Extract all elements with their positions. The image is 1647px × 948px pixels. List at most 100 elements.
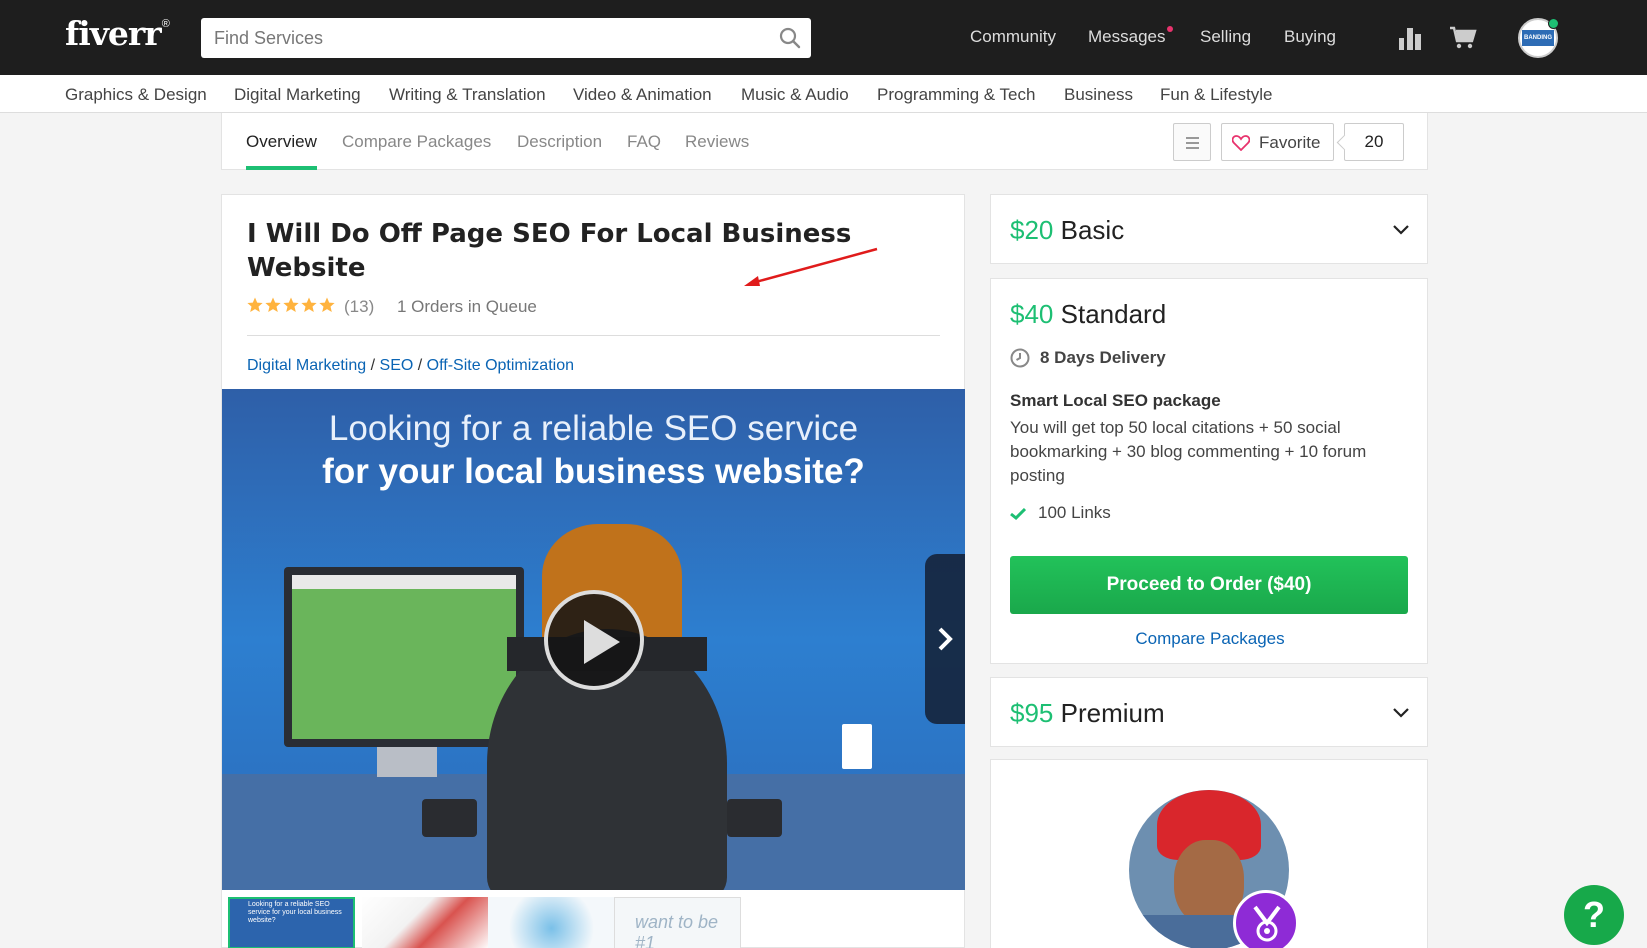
package-basic-name: Basic [1060,215,1125,245]
tab-compare-packages[interactable]: Compare Packages [342,132,491,152]
play-triangle [584,620,620,664]
chair-arm-right [727,799,782,837]
category-bar: Graphics & Design Digital Marketing Writ… [0,75,1647,113]
seller-card [990,759,1428,948]
tab-reviews[interactable]: Reviews [685,132,749,152]
star-icon [283,297,299,312]
star-icon [247,297,263,312]
package-standard-header: $40 Standard [1010,299,1166,330]
package-feature-text: 100 Links [1038,503,1111,522]
package-title: Smart Local SEO package [1010,391,1221,410]
gallery-thumbnail-4[interactable]: want to be #1 onGoogle? [614,897,741,948]
package-feature: 100 Links [1010,503,1111,523]
delivery-time-text: 8 Days Delivery [1040,348,1166,367]
category-fun-lifestyle[interactable]: Fun & Lifestyle [1160,85,1272,105]
package-description: You will get top 50 local citations + 50… [1010,418,1367,485]
nav-messages[interactable]: Messages [1088,26,1174,47]
chair-arm-left [422,799,477,837]
user-avatar-logo: BANDING [1522,30,1554,46]
category-business[interactable]: Business [1064,85,1133,105]
active-tab-indicator [246,166,317,170]
delivery-time: 8 Days Delivery [1010,348,1166,368]
package-basic[interactable]: $20 Basic [990,194,1428,264]
rating-count[interactable]: (13) [344,297,374,317]
compare-packages-link[interactable]: Compare Packages [991,629,1429,649]
seller-level-badge [1233,890,1299,948]
gallery-thumbnail-1[interactable]: Looking for a reliable SEO service for y… [228,897,355,948]
clock-icon [1010,348,1030,368]
help-button[interactable]: ? [1564,885,1624,945]
search-icon[interactable] [779,27,801,49]
top-bar: fiverr® Community Messages Selling Buyin… [0,0,1647,75]
cart-icon[interactable] [1449,26,1477,50]
play-icon[interactable] [544,590,644,690]
monitor-browser-bar [292,575,516,589]
unread-dot [1167,26,1174,32]
nav-messages-label: Messages [1088,27,1166,46]
package-basic-price: $20 [1010,215,1054,245]
chevron-down-icon[interactable] [1393,708,1409,718]
category-video-animation[interactable]: Video & Animation [573,85,712,105]
breadcrumb-off-site-optimization[interactable]: Off-Site Optimization [427,357,574,374]
category-graphics-design[interactable]: Graphics & Design [65,85,207,105]
package-standard-name: Standard [1060,299,1167,329]
nav-community[interactable]: Community [970,27,1056,47]
category-music-audio[interactable]: Music & Audio [741,85,849,105]
divider [247,335,940,336]
video-headline-2: for your local business website? [322,452,865,491]
video-headline-1: Looking for a reliable SEO service [328,409,859,448]
thumbnail-4-text: want to be #1 onGoogle? [635,912,719,948]
video-monitor-illustration [284,567,524,747]
package-basic-header: $20 Basic [1010,215,1124,246]
breadcrumb-separator: / [370,357,376,374]
breadcrumb: Digital Marketing / SEO / Off-Site Optim… [247,357,574,375]
medal-icon [1253,905,1281,942]
favorite-button[interactable]: Favorite [1221,123,1334,161]
tab-overview[interactable]: Overview [246,132,317,152]
tab-description[interactable]: Description [517,132,602,152]
search-box [201,18,811,58]
menu-icon-line [1186,137,1199,139]
gig-video-player[interactable]: Looking for a reliable SEO service for y… [222,389,965,890]
tab-faq[interactable]: FAQ [627,132,661,152]
breadcrumb-separator: / [417,357,423,374]
fiverr-logo[interactable]: fiverr® [65,14,170,53]
gig-subnav: Overview Compare Packages Description FA… [221,113,1428,170]
thumbnail-1-text: Looking for a reliable SEO service for y… [248,901,342,924]
star-icon [319,297,335,312]
breadcrumb-seo[interactable]: SEO [380,357,414,374]
search-input[interactable] [201,18,761,58]
category-writing-translation[interactable]: Writing & Translation [389,85,546,105]
chevron-right-icon [938,627,953,651]
package-standard: $40 Standard 8 Days Delivery Smart Local… [990,278,1428,664]
menu-icon-line [1186,147,1199,149]
category-programming-tech[interactable]: Programming & Tech [877,85,1035,105]
nav-buying[interactable]: Buying [1284,27,1336,47]
package-standard-price: $40 [1010,299,1054,329]
package-premium-name: Premium [1060,698,1165,728]
favorite-count: 20 [1344,123,1404,161]
online-status-dot [1548,18,1559,29]
stats-icon[interactable] [1399,26,1421,50]
breadcrumb-digital-marketing[interactable]: Digital Marketing [247,357,366,374]
gallery-thumbnail-3[interactable] [488,897,615,948]
heart-icon [1232,135,1250,151]
monitor-screen [292,589,516,739]
menu-icon-line [1186,142,1199,144]
package-premium-header: $95 Premium [1010,698,1165,729]
package-premium-price: $95 [1010,698,1054,728]
gallery-thumbnail-2[interactable] [362,897,489,948]
package-premium[interactable]: $95 Premium [990,677,1428,747]
proceed-to-order-button[interactable]: Proceed to Order ($40) [1010,556,1408,614]
next-slide-button[interactable] [925,554,965,724]
favorite-label: Favorite [1259,133,1321,152]
nav-selling[interactable]: Selling [1200,27,1251,47]
orders-in-queue: 1 Orders in Queue [397,297,537,316]
more-menu-button[interactable] [1173,123,1211,161]
chevron-down-icon[interactable] [1393,225,1409,235]
category-digital-marketing[interactable]: Digital Marketing [234,85,361,105]
star-icon [301,297,317,312]
monitor-stand [377,747,437,777]
mug-illustration [842,724,872,769]
annotation-arrow [744,247,878,286]
